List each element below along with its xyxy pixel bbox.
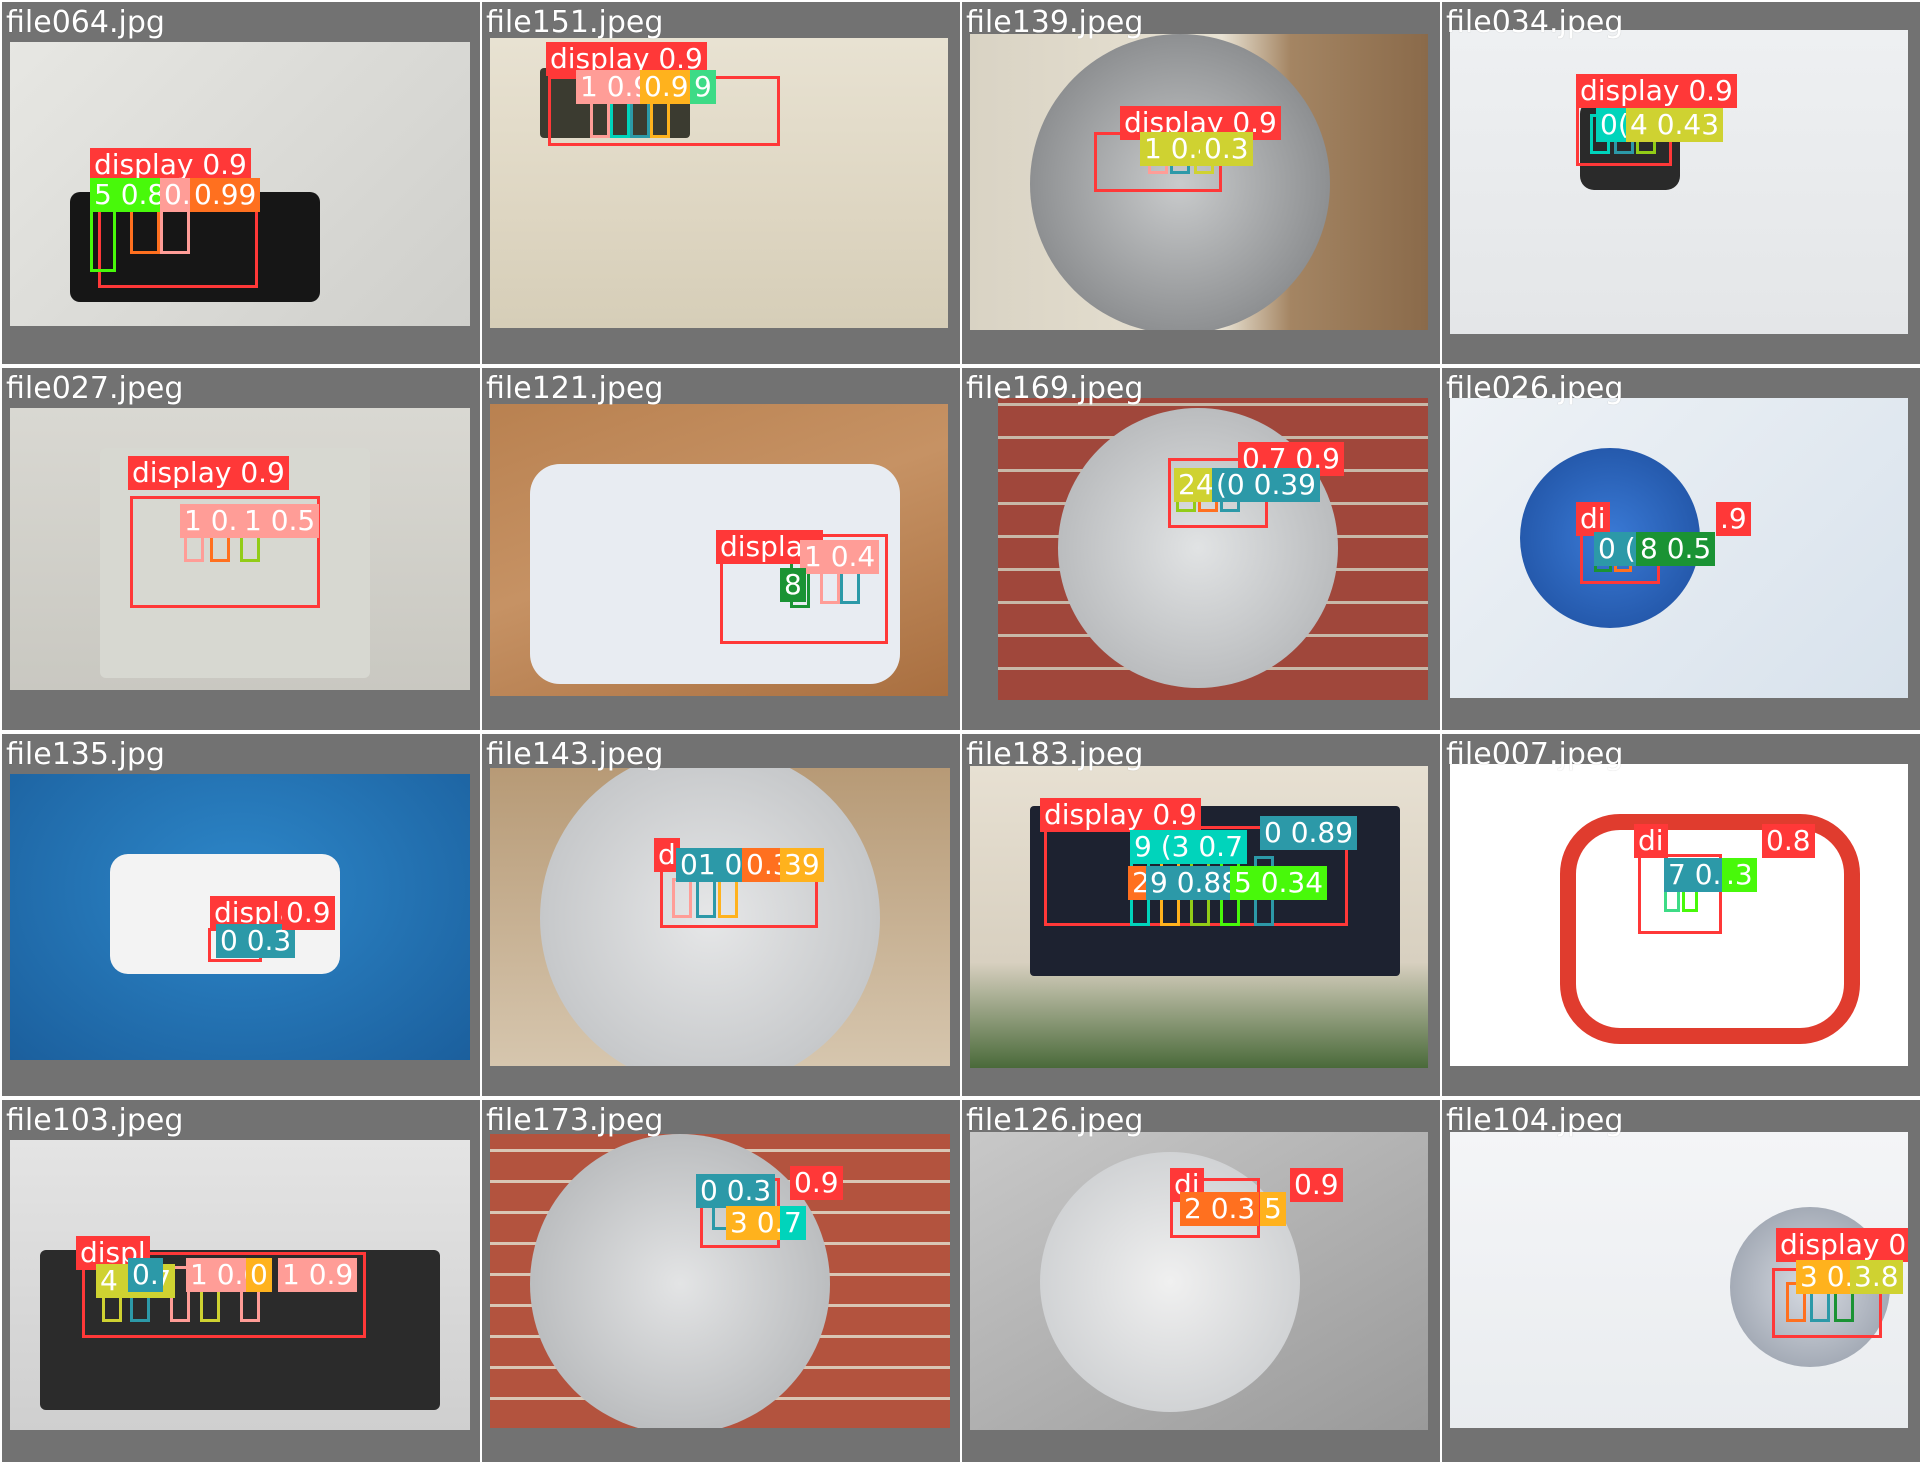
detection-label: 7: [780, 1206, 806, 1240]
result-tile: display 0 0.3 0.9 file135.jpg: [2, 734, 480, 1096]
detection-label: di: [1634, 824, 1668, 858]
tile-filename: file183.jpeg: [966, 737, 1144, 772]
detection-label: 0.9: [282, 896, 335, 930]
detection-label: display 0.9: [1576, 74, 1737, 108]
tile-image: display 0.9 1 0.1 1 0.5: [10, 408, 470, 690]
tile-filename: file135.jpg: [6, 737, 165, 772]
detection-label: (0 0.39: [1212, 468, 1320, 502]
digit-bounding-box: [672, 878, 692, 918]
tile-filename: file139.jpeg: [966, 5, 1144, 40]
tile-image: d 01 0.2 0.3 39: [490, 768, 950, 1066]
detection-label: display 0.9: [1040, 798, 1201, 832]
result-tile: display 0.9 0(9 4 0.43 file034.jpeg: [1442, 2, 1920, 364]
detection-label: 1 0.4: [800, 540, 880, 574]
detection-label: 5 0.34: [1230, 866, 1328, 900]
tile-image: di 7 0.3.3 0.8: [1450, 764, 1908, 1066]
detection-results-grid: display 0.9 5 0.8 0.8 0.99 file064.jpg displa…: [0, 0, 1920, 1464]
tile-image: display 0 0.3 0.9: [10, 774, 470, 1060]
digit-bounding-box: [718, 878, 738, 918]
detection-label: 0.99: [190, 178, 261, 212]
tile-filename: file026.jpeg: [1446, 371, 1624, 406]
detection-label: display 0.9: [90, 148, 251, 182]
detection-label: 0.3: [1200, 132, 1253, 166]
detection-label: display 0.9: [128, 456, 289, 490]
result-tile: di 0 (8 0.5.9 file026.jpeg: [1442, 368, 1920, 730]
tile-image: display 0.9 9 (3 0.7 0 0.89 2 9 0.88 5 0.34: [970, 766, 1428, 1068]
result-tile: d 01 0.2 0.3 39 file143.jpeg: [482, 734, 960, 1096]
detection-label: 1 0.5: [240, 504, 320, 538]
tile-filename: file027.jpeg: [6, 371, 184, 406]
detection-label: 0.8: [1762, 824, 1815, 858]
detection-label: 5: [1260, 1192, 1286, 1226]
tile-image: display 0.9 0(9 4 0.43: [1450, 30, 1908, 334]
tile-image: di 0 (8 0.5.9: [1450, 398, 1908, 698]
tile-image: di 2 0.3 5 0.9: [970, 1132, 1428, 1430]
detection-label: 8: [780, 568, 806, 602]
detection-label: 0.9: [1290, 1168, 1343, 1202]
detection-label: .9: [1716, 502, 1751, 536]
tile-image: display 0.9 1 0.4 0.3: [970, 34, 1428, 330]
detection-label: 4 0.43: [1626, 108, 1724, 142]
tile-image: 0.9 0 0.3 3 0.3 7: [490, 1134, 950, 1428]
detection-label: 0 (: [1594, 532, 1640, 566]
tile-image: display 0.93 0.63.8: [1450, 1132, 1908, 1428]
tile-filename: file143.jpeg: [486, 737, 664, 772]
digit-bounding-box: [696, 878, 716, 918]
tile-filename: file007.jpeg: [1446, 737, 1624, 772]
detection-label: 0 0.89: [1260, 816, 1358, 850]
result-tile: display 0.9 1 0.4 0.3 file139.jpeg: [962, 2, 1440, 364]
detection-label: 0.: [128, 1258, 163, 1292]
tile-filename: file169.jpeg: [966, 371, 1144, 406]
tile-filename: file126.jpeg: [966, 1103, 1144, 1138]
result-tile: displ4 0.70.1 0.601 0.9file103.jpeg: [2, 1100, 480, 1462]
result-tile: 0.9 0 0.3 3 0.3 7 file173.jpeg: [482, 1100, 960, 1462]
detection-label: 0.9: [790, 1166, 843, 1200]
result-tile: display 0.9 5 0.8 0.8 0.99 file064.jpg: [2, 2, 480, 364]
tile-filename: file173.jpeg: [486, 1103, 664, 1138]
result-tile: display 0.9 1 0.9 0.99 9 file151.jpeg: [482, 2, 960, 364]
detection-label: 0: [246, 1258, 272, 1292]
tile-image: display 1 0.4 8: [490, 404, 948, 696]
tile-filename: file103.jpeg: [6, 1103, 184, 1138]
detection-label: 39: [780, 848, 824, 882]
detection-label: 9: [690, 70, 716, 104]
result-tile: display 1 0.4 8 file121.jpeg: [482, 368, 960, 730]
tile-image: display 0.9 1 0.9 0.99 9: [490, 38, 948, 328]
tile-filename: file034.jpeg: [1446, 5, 1624, 40]
tile-filename: file104.jpeg: [1446, 1103, 1624, 1138]
tile-image: display 0.9 5 0.8 0.8 0.99: [10, 42, 470, 326]
detection-label: 9 (3 0.7: [1130, 830, 1247, 864]
detection-label: 0 0.3: [696, 1174, 776, 1208]
tile-filename: file064.jpg: [6, 5, 165, 40]
result-tile: di 7 0.3.3 0.8 file007.jpeg: [1442, 734, 1920, 1096]
detection-label: .3: [1722, 858, 1757, 892]
tile-image: 0.7 0.9 24 (0 0.39: [998, 398, 1428, 700]
tile-filename: file121.jpeg: [486, 371, 664, 406]
result-tile: display 0.9 9 (3 0.7 0 0.89 2 9 0.88 5 0.34 fi…: [962, 734, 1440, 1096]
detection-label: di: [1576, 502, 1610, 536]
result-tile: display 0.93 0.63.8file104.jpeg: [1442, 1100, 1920, 1462]
detection-label: display 0.9: [1776, 1228, 1908, 1262]
tile-image: displ4 0.70.1 0.601 0.9: [10, 1140, 470, 1430]
result-tile: display 0.9 1 0.1 1 0.5 file027.jpeg: [2, 368, 480, 730]
tile-filename: file151.jpeg: [486, 5, 664, 40]
result-tile: 0.7 0.9 24 (0 0.39 file169.jpeg: [962, 368, 1440, 730]
result-tile: di 2 0.3 5 0.9 file126.jpeg: [962, 1100, 1440, 1462]
detection-label: 1 0.9: [278, 1258, 358, 1292]
device-shape: [530, 1134, 830, 1428]
detection-label: 2 0.3: [1180, 1192, 1260, 1226]
detection-label: 3.8: [1850, 1260, 1903, 1294]
detection-label: 8 0.5: [1636, 532, 1716, 566]
detection-label: 5 0.8: [90, 178, 170, 212]
detection-label: 9 0.88: [1146, 866, 1244, 900]
